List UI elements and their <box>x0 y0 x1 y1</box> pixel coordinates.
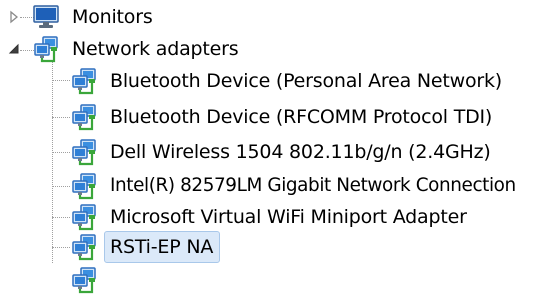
network-adapter-icon <box>70 233 98 261</box>
collapsed-triangle-icon[interactable] <box>6 9 22 25</box>
tree-connector-line <box>52 60 53 263</box>
tree-connector-line <box>52 217 70 218</box>
tree-connector-line <box>52 80 70 81</box>
tree-item-adapter[interactable]: Bluetooth Device (RFCOMM Protocol TDI) <box>70 101 496 133</box>
tree-item-label: Network adapters <box>72 38 239 60</box>
network-adapter-icon <box>70 203 98 231</box>
tree-item-monitors[interactable]: Monitors <box>6 1 157 33</box>
tree-item-label: Bluetooth Device (Personal Area Network) <box>110 70 503 92</box>
tree-item-label: Intel(R) 82579LM Gigabit Network Connect… <box>110 175 516 196</box>
tree-item-adapter-selected[interactable]: RSTi-EP NA <box>70 231 221 263</box>
tree-item-adapter[interactable]: Bluetooth Device (Personal Area Network) <box>70 65 506 97</box>
tree-item-label: Bluetooth Device (RFCOMM Protocol TDI) <box>110 106 493 128</box>
network-adapter-icon <box>70 172 98 200</box>
network-adapter-icon <box>32 35 60 63</box>
tree-connector-line <box>52 247 70 248</box>
monitor-icon <box>32 3 60 31</box>
tree-connector-line <box>52 117 70 118</box>
tree-item-label: Monitors <box>72 6 153 28</box>
tree-item-cutoff <box>70 264 98 296</box>
tree-item-icon <box>70 266 98 294</box>
tree-connector-line <box>52 186 70 187</box>
network-adapter-icon <box>70 67 98 95</box>
tree-item-label: RSTi-EP NA <box>104 231 221 263</box>
tree-item-adapter[interactable]: Intel(R) 82579LM Gigabit Network Connect… <box>70 170 520 202</box>
tree-item-network-adapters[interactable]: Network adapters <box>6 33 242 65</box>
device-tree: Monitors Network adapters Bluetooth Devi… <box>0 0 560 278</box>
tree-connector-line <box>52 152 70 153</box>
tree-item-adapter[interactable]: Dell Wireless 1504 802.11b/g/n (2.4GHz) <box>70 136 495 168</box>
network-adapter-icon <box>70 138 98 166</box>
tree-item-label: Dell Wireless 1504 802.11b/g/n (2.4GHz) <box>110 141 491 163</box>
tree-item-adapter[interactable]: Microsoft Virtual WiFi Miniport Adapter <box>70 201 471 233</box>
network-adapter-icon <box>70 103 98 131</box>
tree-item-label: Microsoft Virtual WiFi Miniport Adapter <box>110 206 467 228</box>
expanded-triangle-icon[interactable] <box>6 41 22 57</box>
